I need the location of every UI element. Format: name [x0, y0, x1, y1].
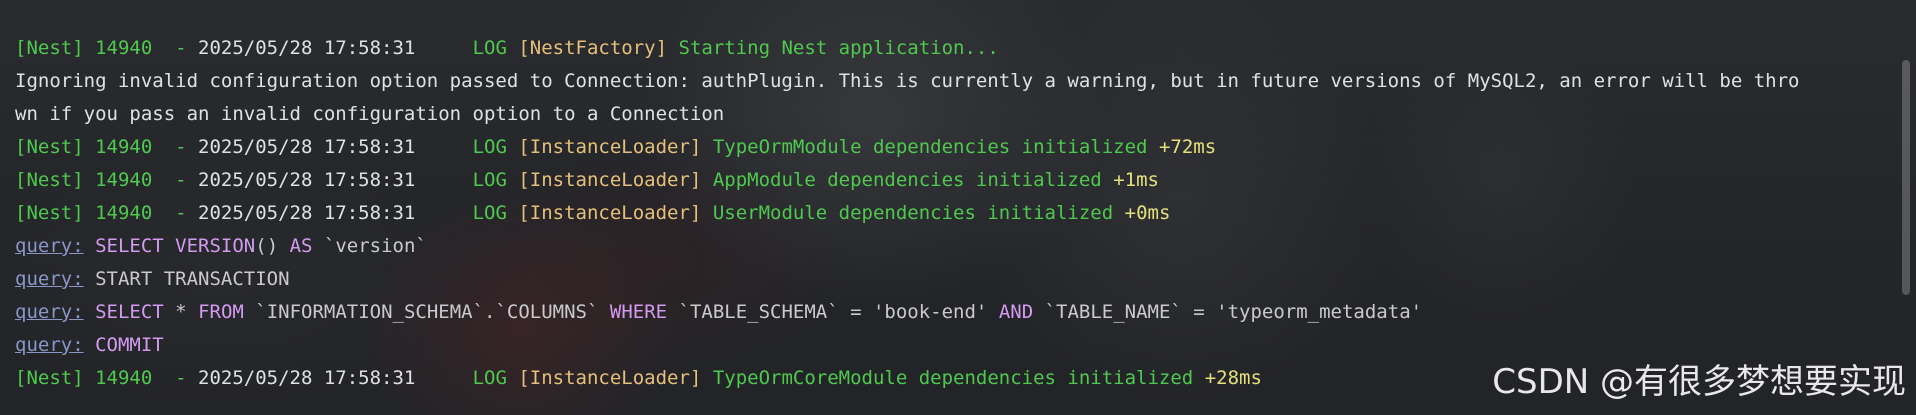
log-duration: +72ms	[1158, 136, 1217, 158]
sql-text: ()	[255, 235, 290, 257]
sql-text: `TABLE_NAME` = 'typeorm_metadata'	[1033, 301, 1423, 323]
query-link[interactable]: query:	[15, 268, 84, 290]
sql-keyword: AND	[998, 301, 1034, 323]
sql-keyword: FROM	[198, 301, 244, 323]
log-context: [InstanceLoader]	[518, 367, 713, 389]
log-timestamp: 2025/05/28 17:58:31	[198, 37, 473, 59]
query-link[interactable]: query:	[15, 301, 84, 323]
log-level: LOG	[472, 136, 519, 158]
sql-text: `INFORMATION_SCHEMA`.`COLUMNS`	[243, 301, 610, 323]
query-line: query: START TRANSACTION	[15, 263, 1885, 296]
sql-keyword: SELECT	[95, 301, 164, 323]
sql-keyword: WHERE	[609, 301, 668, 323]
query-line: query: SELECT * FROM `INFORMATION_SCHEMA…	[15, 296, 1885, 329]
log-timestamp: 2025/05/28 17:58:31	[198, 169, 473, 191]
log-duration: +1ms	[1113, 169, 1159, 191]
sql-text: `TABLE_SCHEMA` = 'book-end'	[667, 301, 999, 323]
query-link[interactable]: query:	[15, 334, 84, 356]
log-message: TypeOrmCoreModule dependencies initializ…	[712, 367, 1205, 389]
sql-keyword: SELECT	[95, 235, 176, 257]
log-level: LOG	[472, 202, 519, 224]
sql-keyword: AS	[289, 235, 313, 257]
nest-prefix: [Nest] 14940 -	[15, 37, 199, 59]
nest-prefix: [Nest] 14940 -	[15, 202, 199, 224]
terminal-panel: [Nest] 14940 - 2025/05/28 17:58:31 LOG […	[0, 0, 1916, 415]
warning-line-continued: wn if you pass an invalid configuration …	[15, 103, 725, 125]
console-log[interactable]: [Nest] 14940 - 2025/05/28 17:58:31 LOG […	[15, 32, 1885, 395]
log-timestamp: 2025/05/28 17:58:31	[198, 202, 473, 224]
log-line: [Nest] 14940 - 2025/05/28 17:58:31 LOG […	[15, 131, 1885, 164]
log-context: [InstanceLoader]	[518, 136, 713, 158]
log-line: [Nest] 14940 - 2025/05/28 17:58:31 LOG […	[15, 164, 1885, 197]
log-level: LOG	[472, 367, 519, 389]
query-link[interactable]: query:	[15, 235, 84, 257]
log-line: [Nest] 14940 - 2025/05/28 17:58:31 LOG […	[15, 32, 1885, 65]
log-message: AppModule dependencies initialized	[712, 169, 1114, 191]
sql-text: START TRANSACTION	[95, 268, 290, 290]
sql-text: *	[163, 301, 199, 323]
log-message: UserModule dependencies initialized	[712, 202, 1125, 224]
warning-line: Ignoring invalid configuration option pa…	[15, 70, 1800, 92]
log-timestamp: 2025/05/28 17:58:31	[198, 367, 473, 389]
log-timestamp: 2025/05/28 17:58:31	[198, 136, 473, 158]
query-line: query: SELECT VERSION() AS `version`	[15, 230, 1885, 263]
log-message: TypeOrmModule dependencies initialized	[712, 136, 1159, 158]
log-message: Starting Nest application...	[678, 37, 999, 59]
log-level: LOG	[472, 37, 519, 59]
log-context: [InstanceLoader]	[518, 169, 713, 191]
log-context: [InstanceLoader]	[518, 202, 713, 224]
nest-prefix: [Nest] 14940 -	[15, 136, 199, 158]
sql-text: `version`	[312, 235, 427, 257]
nest-prefix: [Nest] 14940 -	[15, 169, 199, 191]
sql-keyword: COMMIT	[95, 334, 164, 356]
sql-function: VERSION	[175, 235, 256, 257]
watermark-text: CSDN @有很多梦想要实现	[1492, 362, 1906, 402]
log-line: [Nest] 14940 - 2025/05/28 17:58:31 LOG […	[15, 197, 1885, 230]
log-context: [NestFactory]	[518, 37, 679, 59]
nest-prefix: [Nest] 14940 -	[15, 367, 199, 389]
log-duration: +0ms	[1124, 202, 1171, 224]
log-duration: +28ms	[1204, 367, 1262, 389]
log-level: LOG	[472, 169, 519, 191]
vertical-scrollbar[interactable]	[1902, 60, 1910, 295]
